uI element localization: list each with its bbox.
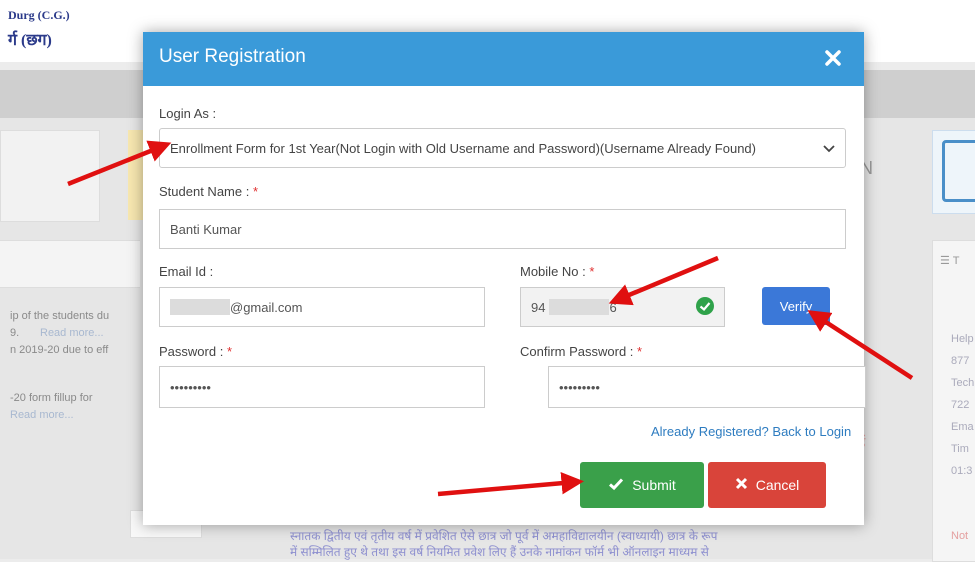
- annotation-arrows: [67, 140, 914, 497]
- arrow-to-login-as: [67, 140, 172, 187]
- arrow-to-mobile: [608, 255, 719, 306]
- arrow-to-submit: [437, 471, 584, 497]
- arrow-to-verify: [807, 310, 914, 380]
